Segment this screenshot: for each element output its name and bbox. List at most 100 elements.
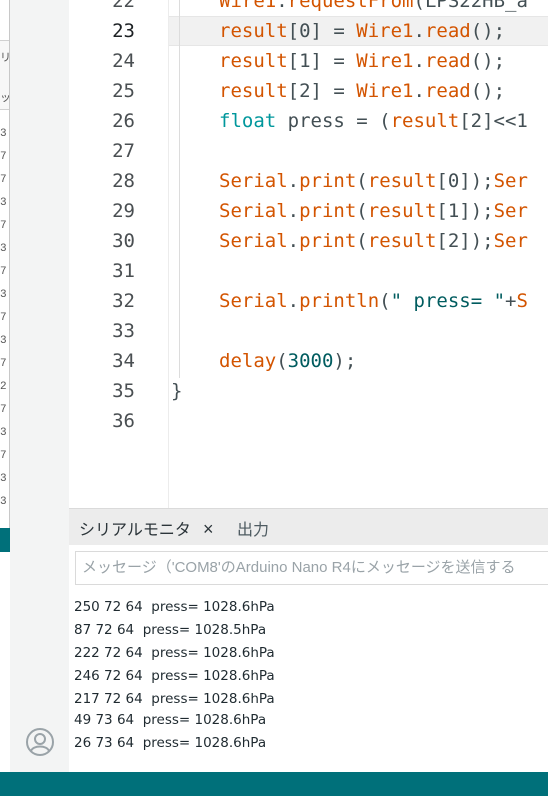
- code-token: (LPS22HB_a: [413, 0, 528, 12]
- code-token: [0]);: [436, 170, 494, 192]
- line-number: 29: [112, 200, 135, 222]
- code-token: Wire1: [356, 20, 414, 42]
- line-number: 25: [112, 80, 135, 102]
- bg-glyph: 7: [0, 358, 7, 370]
- code-token: print: [299, 170, 357, 192]
- code-token: .: [287, 200, 300, 222]
- close-icon[interactable]: ×: [203, 520, 214, 538]
- code-token: print: [299, 230, 357, 252]
- serial-message-input[interactable]: メッセージ（'COM8'のArduino Nano R4にメッセージを送信する: [75, 551, 548, 585]
- code-token: read: [424, 20, 471, 42]
- code-token: (: [276, 350, 288, 372]
- code-line-34[interactable]: delay(3000);: [219, 346, 356, 376]
- status-bar: [0, 772, 548, 796]
- code-token: result: [219, 80, 288, 102]
- indent-guide: [179, 0, 180, 378]
- line-number: 26: [112, 110, 135, 132]
- window-bottom-edge: [0, 796, 548, 807]
- code-token: Wire1: [219, 0, 277, 12]
- code-token: .: [413, 80, 425, 102]
- serial-output-line: 49 73 64 press= 1028.6hPa: [74, 712, 267, 728]
- code-token: read: [424, 50, 471, 72]
- line-number: 33: [112, 320, 135, 342]
- code-line-30[interactable]: Serial.print(result[2]);Ser: [219, 226, 528, 256]
- line-number: 36: [112, 410, 135, 432]
- code-token: ();: [470, 80, 506, 102]
- code-token: (: [356, 170, 368, 192]
- background-window-statusbar: [0, 528, 10, 552]
- code-token: }: [171, 380, 183, 402]
- line-number: 31: [112, 260, 135, 282]
- code-token: print: [299, 200, 357, 222]
- code-line-28[interactable]: Serial.print(result[0]);Ser: [219, 166, 528, 196]
- code-token: [0] =: [287, 20, 357, 42]
- code-token: press = (: [276, 110, 391, 132]
- line-number: 24: [112, 50, 135, 72]
- code-token: ();: [470, 20, 506, 42]
- code-token: result: [367, 170, 437, 192]
- code-token: Ser: [493, 200, 528, 222]
- account-circle-icon[interactable]: [25, 727, 55, 757]
- code-token: +: [505, 290, 517, 312]
- activity-sidebar: [10, 0, 69, 772]
- code-token: result: [219, 50, 288, 72]
- code-token: 3000: [287, 350, 334, 372]
- serial-output-line: 222 72 64 press= 1028.6hPa: [74, 645, 275, 661]
- bg-glyph: 7: [0, 220, 7, 232]
- code-token: delay: [219, 350, 277, 372]
- line-number: 30: [112, 230, 135, 252]
- code-token: );: [333, 350, 357, 372]
- code-token: Ser: [493, 170, 528, 192]
- code-line-32[interactable]: Serial.println(" press= "+S: [219, 286, 528, 316]
- code-editor[interactable]: Wire1.requestFrom(LPS22HB_a result[0] = …: [169, 0, 548, 508]
- line-number: 28: [112, 170, 135, 192]
- code-token: (: [356, 200, 368, 222]
- code-token: .: [276, 0, 288, 12]
- code-line-35[interactable]: }: [171, 376, 182, 406]
- tab-serial-monitor[interactable]: シリアルモニタ: [79, 509, 191, 545]
- code-token: Wire1: [356, 80, 414, 102]
- line-number: 22: [112, 0, 135, 12]
- code-line-29[interactable]: Serial.print(result[1]);Ser: [219, 196, 528, 226]
- bg-glyph: 7: [0, 404, 7, 416]
- code-token: [2] =: [287, 80, 357, 102]
- bg-glyph: 7: [0, 450, 7, 462]
- bg-glyph: 7: [0, 151, 7, 163]
- code-token: .: [287, 170, 300, 192]
- code-line-23[interactable]: result[0] = Wire1.read();: [219, 16, 505, 46]
- code-token: .: [287, 290, 300, 312]
- code-line-24[interactable]: result[1] = Wire1.read();: [219, 46, 505, 76]
- background-window: リ ッ 3 7 7 3 7 3 7 3 7 3 7 2 7 3 7 3 3: [0, 0, 10, 552]
- line-number-active: 23: [112, 20, 135, 42]
- line-number: 27: [112, 140, 135, 162]
- code-token: [1]);: [436, 200, 494, 222]
- code-token: (: [379, 290, 391, 312]
- code-token: requestFrom: [287, 0, 414, 12]
- bg-glyph: 3: [0, 243, 7, 255]
- tab-output[interactable]: 出力: [237, 509, 269, 545]
- line-number-gutter: 22 23 24 25 26 27 28 29 30 31 32 33 34 3…: [69, 0, 169, 508]
- code-token: ();: [470, 50, 506, 72]
- code-token: float: [219, 110, 277, 132]
- code-line-25[interactable]: result[2] = Wire1.read();: [219, 76, 505, 106]
- line-number: 34: [112, 350, 135, 372]
- bg-glyph: 3: [0, 197, 7, 209]
- code-token: result: [390, 110, 460, 132]
- bg-glyph: 2: [0, 381, 7, 393]
- code-token: println: [299, 290, 380, 312]
- ide-window: 22 23 24 25 26 27 28 29 30 31 32 33 34 3…: [10, 0, 548, 807]
- code-token: read: [424, 80, 471, 102]
- code-line-26[interactable]: float press = (result[2]<<1: [219, 106, 528, 136]
- panel-tab-bar: シリアルモニタ × 出力: [69, 509, 548, 545]
- bg-glyph: リ: [0, 53, 10, 65]
- code-line-22[interactable]: Wire1.requestFrom(LPS22HB_a: [219, 0, 528, 16]
- code-token: Serial: [219, 200, 288, 222]
- code-token: (: [356, 230, 368, 252]
- bg-glyph: 3: [0, 128, 7, 140]
- code-token: .: [413, 20, 425, 42]
- code-token: Serial: [219, 290, 288, 312]
- code-token: .: [287, 230, 300, 252]
- code-token: Serial: [219, 170, 288, 192]
- code-token: [2]);: [436, 230, 494, 252]
- code-token: Ser: [493, 230, 528, 252]
